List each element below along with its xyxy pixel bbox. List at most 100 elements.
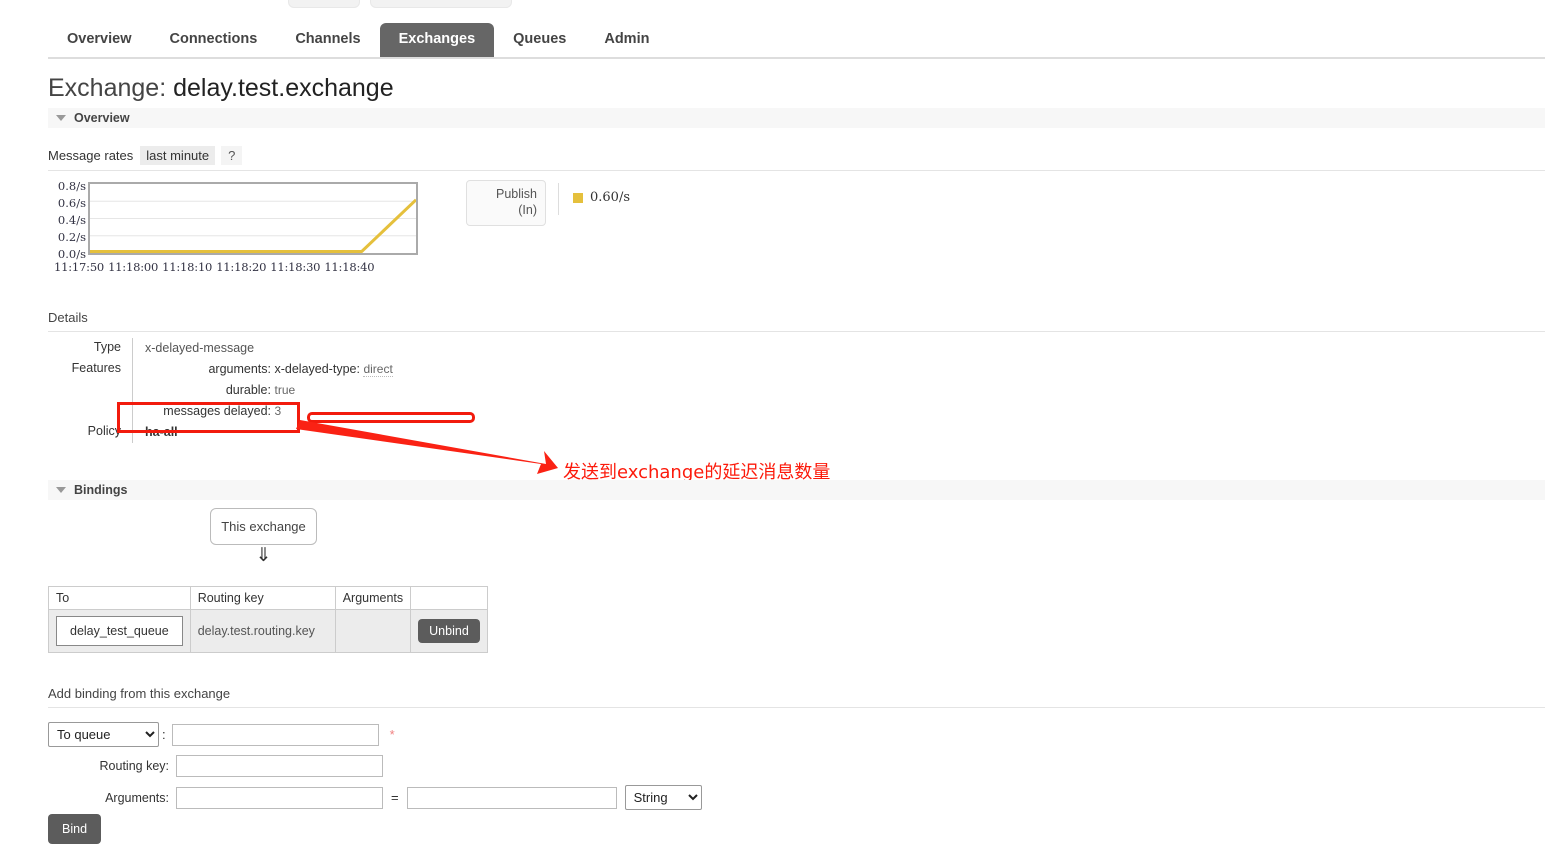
table-row: delay_test_queue delay.test.routing.key …	[48, 609, 488, 653]
x-tick-label: 11:17:50	[54, 260, 105, 274]
add-binding-arguments-row: Arguments: = StringNumberBooleanList	[48, 785, 702, 810]
help-icon[interactable]: ?	[221, 146, 243, 165]
argument-type-select[interactable]: StringNumberBooleanList	[624, 785, 702, 810]
chart-plot-area	[88, 182, 418, 255]
bind-button[interactable]: Bind	[48, 814, 102, 844]
section-header-overview-label: Overview	[74, 111, 130, 125]
chart-y-axis: 0.8/s 0.6/s 0.4/s 0.2/s 0.0/s	[48, 178, 86, 263]
feature-arguments-label: arguments:	[208, 362, 271, 376]
details-divider	[48, 331, 1545, 332]
y-tick-label: 0.8/s	[57, 179, 86, 193]
x-tick-label: 11:18:00	[108, 260, 159, 274]
legend-color-swatch	[573, 192, 583, 203]
feature-arguments-value: direct	[363, 362, 393, 377]
y-tick-label: 0.6/s	[57, 196, 86, 210]
bindings-table: To Routing key Arguments delay_test_queu…	[48, 586, 488, 653]
details-value-type-cell: x-delayed-message	[132, 338, 1545, 359]
feature-arguments-subkey: x-delayed-type:	[274, 362, 360, 376]
y-tick-label: 0.4/s	[57, 213, 86, 227]
argument-value-input[interactable]	[406, 786, 617, 809]
chevron-down-icon	[56, 115, 66, 121]
double-down-arrow-icon: ⇓	[255, 545, 272, 566]
message-rates-label: Message rates	[48, 148, 134, 163]
details-value-policy-cell: ha-all	[132, 422, 1545, 443]
required-asterisk: *	[389, 727, 395, 742]
details-key-type: Type	[93, 340, 121, 354]
feature-arguments: arguments: x-delayed-type: direct	[145, 359, 1545, 380]
add-binding-form: To queueTo exchange : * Routing key: Arg…	[48, 722, 702, 818]
message-rates-controls: Message rates last minute ?	[48, 146, 243, 165]
tab-underline	[48, 57, 1545, 59]
legend-series-button-publish-in[interactable]: Publish (In)	[466, 180, 546, 227]
message-rates-divider	[48, 170, 1545, 171]
tab-exchanges[interactable]: Exchanges	[379, 23, 495, 58]
period-chip-last-minute[interactable]: last minute	[140, 146, 216, 165]
legend-value-row: 0.60/s	[573, 190, 630, 205]
this-exchange-node[interactable]: This exchange	[210, 508, 317, 545]
equals-sign: =	[391, 790, 399, 805]
bind-button-wrap: Bind	[48, 814, 102, 844]
tab-list: Overview Connections Channels Exchanges …	[48, 20, 668, 58]
details-key-features: Features	[71, 361, 121, 375]
details-table: Type x-delayed-message Features argument…	[48, 338, 1545, 443]
details-row-features: Features arguments: x-delayed-type: dire…	[48, 359, 1545, 422]
feature-messages-delayed-label: messages delayed:	[163, 404, 271, 418]
message-rates-chart: 0.8/s 0.6/s 0.4/s 0.2/s 0.0/s 11:17:50 1…	[48, 178, 423, 276]
section-header-bindings[interactable]: Bindings	[48, 480, 1545, 500]
tab-queues[interactable]: Queues	[494, 23, 585, 58]
legend-series-line2: (In)	[518, 202, 537, 217]
add-binding-divider	[48, 707, 1545, 708]
legend-value: 0.60/s	[590, 190, 630, 205]
details-key-policy: Policy	[87, 424, 121, 438]
feature-messages-delayed: messages delayed: 3	[145, 401, 1545, 422]
details-row-type: Type x-delayed-message	[48, 338, 1545, 359]
x-tick-label: 11:18:10	[162, 260, 213, 274]
tab-channels[interactable]: Channels	[276, 23, 379, 58]
feature-durable-label: durable:	[225, 383, 271, 397]
binding-to-cell: delay_test_queue	[48, 609, 191, 653]
legend-series-line1: Publish	[496, 187, 537, 201]
binding-action-cell: Unbind	[410, 609, 488, 653]
bindings-col-actions	[410, 586, 488, 610]
chart-x-axis: 11:17:50 11:18:00 11:18:10 11:18:20 11:1…	[54, 260, 429, 274]
section-header-bindings-label: Bindings	[74, 483, 128, 497]
bindings-col-to: To	[48, 586, 191, 610]
destination-type-select[interactable]: To queueTo exchange	[48, 722, 159, 747]
chevron-down-icon	[56, 487, 66, 493]
x-tick-label: 11:18:20	[216, 260, 267, 274]
page-title-object: delay.test.exchange	[173, 74, 394, 102]
bindings-col-routing-key: Routing key	[189, 586, 336, 610]
section-header-overview[interactable]: Overview	[48, 108, 1545, 128]
destination-colon: :	[162, 727, 166, 742]
details-value-type: x-delayed-message	[145, 341, 255, 355]
details-row-policy: Policy ha-all	[48, 422, 1545, 443]
tab-admin[interactable]: Admin	[585, 23, 668, 58]
argument-name-input[interactable]	[176, 786, 383, 809]
bindings-col-arguments: Arguments	[334, 586, 412, 610]
add-binding-label: Add binding from this exchange	[48, 686, 231, 701]
tab-overview[interactable]: Overview	[48, 23, 151, 58]
unbind-button[interactable]: Unbind	[418, 619, 480, 643]
page-title: Exchange: delay.test.exchange	[48, 74, 394, 103]
feature-messages-delayed-value: 3	[274, 404, 282, 418]
feature-durable-value: true	[274, 383, 296, 397]
add-binding-destination-row: To queueTo exchange : *	[48, 722, 702, 747]
binding-arguments-cell	[334, 609, 412, 653]
tab-connections[interactable]: Connections	[151, 23, 277, 58]
y-tick-label: 0.2/s	[57, 230, 86, 244]
arguments-label: Arguments:	[105, 790, 169, 805]
main-navigation: Overview Connections Channels Exchanges …	[0, 0, 1545, 59]
details-value-policy[interactable]: ha-all	[145, 422, 1545, 442]
routing-key-input[interactable]	[176, 755, 383, 777]
chart-series-svg	[90, 198, 416, 253]
binding-routing-key-cell: delay.test.routing.key	[189, 609, 336, 653]
binding-queue-link[interactable]: delay_test_queue	[56, 616, 183, 646]
bindings-header-row: To Routing key Arguments	[48, 586, 488, 610]
page-title-prefix: Exchange:	[48, 74, 167, 102]
legend-divider	[558, 183, 559, 215]
routing-key-label: Routing key:	[99, 759, 169, 773]
feature-durable: durable: true	[145, 380, 1545, 401]
x-tick-label: 11:18:40	[324, 260, 375, 274]
destination-name-input[interactable]	[171, 723, 379, 746]
add-binding-routing-key-row: Routing key:	[48, 755, 702, 777]
